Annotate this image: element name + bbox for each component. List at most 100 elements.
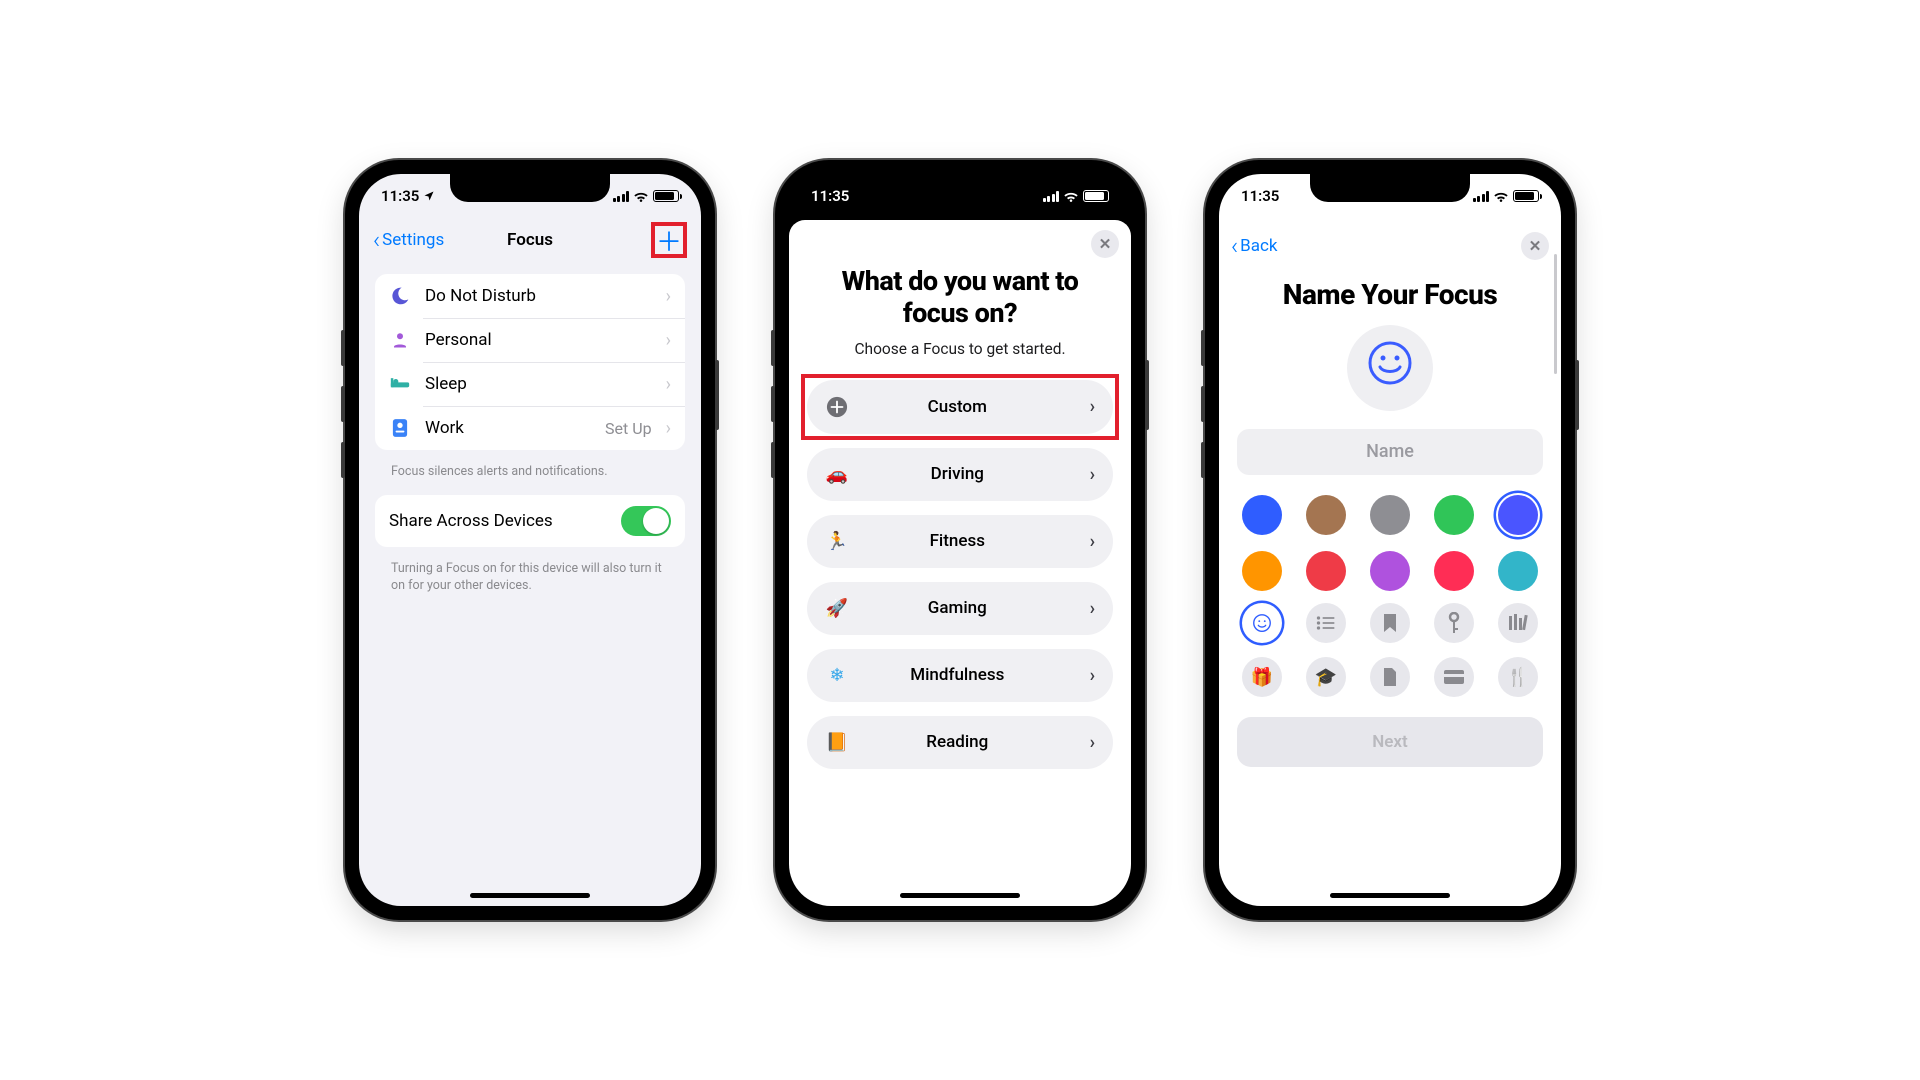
focus-option-fitness[interactable]: 🏃 Fitness › (807, 515, 1113, 568)
scroll-indicator (1554, 254, 1557, 374)
chevron-right-icon: › (666, 330, 671, 351)
focus-option-driving[interactable]: 🚗 Driving › (807, 448, 1113, 501)
moon-icon (389, 285, 411, 307)
page-title: Name Your Focus (1219, 278, 1561, 311)
glyph-list[interactable] (1306, 603, 1346, 643)
cellular-icon (613, 191, 630, 202)
sheet-subtitle: Choose a Focus to get started. (807, 340, 1113, 358)
glyph-document[interactable] (1370, 657, 1410, 697)
color-swatch[interactable] (1498, 551, 1538, 591)
focus-option-label: Fitness (863, 531, 1076, 551)
focus-note: Focus silences alerts and notifications. (375, 458, 685, 495)
cellular-icon (1043, 191, 1060, 202)
focus-row-label: Do Not Disturb (425, 286, 652, 306)
chevron-right-icon: › (1090, 732, 1095, 753)
run-icon: 🏃 (825, 531, 849, 552)
home-indicator (1330, 893, 1450, 898)
focus-option-reading[interactable]: 📙 Reading › (807, 716, 1113, 769)
chevron-right-icon: › (1090, 464, 1095, 485)
glyph-gift[interactable]: 🎁 (1242, 657, 1282, 697)
close-button[interactable]: ✕ (1521, 232, 1549, 260)
phone-frame-2: 11:35 ✕ What do you want to focus on? Ch… (775, 160, 1145, 920)
car-icon: 🚗 (825, 464, 849, 485)
smile-icon (1366, 339, 1414, 398)
plus-circle-icon (825, 396, 849, 418)
share-toggle[interactable] (621, 506, 671, 536)
chevron-right-icon: › (666, 418, 671, 439)
chevron-left-icon: ‹ (373, 228, 380, 252)
notch (1310, 174, 1470, 202)
location-icon (423, 190, 435, 202)
bed-icon (389, 373, 411, 395)
home-indicator (900, 893, 1020, 898)
sheet-title: What do you want to focus on? (807, 266, 1113, 330)
color-swatch[interactable] (1498, 495, 1538, 535)
focus-option-label: Reading (863, 732, 1076, 752)
status-time: 11:35 (811, 187, 849, 205)
glyph-smile[interactable] (1242, 603, 1282, 643)
color-swatch[interactable] (1434, 495, 1474, 535)
wifi-icon (1493, 190, 1509, 202)
focus-row-work[interactable]: Work Set Up › (375, 406, 685, 450)
focus-row-label: Personal (425, 330, 652, 350)
focus-row-personal[interactable]: Personal › (375, 318, 685, 362)
status-time: 11:35 (1241, 187, 1279, 205)
color-swatch[interactable] (1434, 551, 1474, 591)
color-swatch[interactable] (1370, 551, 1410, 591)
back-button[interactable]: ‹ Settings (373, 228, 444, 252)
add-focus-button[interactable]: ＋ (651, 222, 687, 258)
glyph-graduation[interactable]: 🎓 (1306, 657, 1346, 697)
chevron-right-icon: › (1090, 665, 1095, 686)
badge-icon (389, 417, 411, 439)
choose-focus-screen: 11:35 ✕ What do you want to focus on? Ch… (789, 174, 1131, 906)
focus-row-detail: Set Up (605, 419, 652, 438)
color-swatch[interactable] (1306, 551, 1346, 591)
share-group: Share Across Devices (375, 495, 685, 547)
focus-option-gaming[interactable]: 🚀 Gaming › (807, 582, 1113, 635)
person-icon (389, 329, 411, 351)
back-button[interactable]: ‹ Back (1231, 234, 1278, 258)
notch (450, 174, 610, 202)
color-swatch[interactable] (1370, 495, 1410, 535)
focus-option-label: Mindfulness (863, 665, 1076, 685)
share-label: Share Across Devices (389, 511, 607, 531)
status-time: 11:35 (381, 187, 419, 205)
cellular-icon (1473, 191, 1490, 202)
wifi-icon (633, 190, 649, 202)
battery-icon (1083, 190, 1109, 202)
color-swatch[interactable] (1242, 551, 1282, 591)
close-button[interactable]: ✕ (1091, 230, 1119, 258)
focus-row-label: Sleep (425, 374, 652, 394)
chevron-right-icon: › (666, 374, 671, 395)
focus-row-dnd[interactable]: Do Not Disturb › (375, 274, 685, 318)
glyph-dining[interactable]: 🍴 (1498, 657, 1538, 697)
focus-option-label: Driving (863, 464, 1076, 484)
color-swatch[interactable] (1306, 495, 1346, 535)
close-icon: ✕ (1529, 237, 1542, 255)
name-focus-screen: 11:35 ‹ Back ✕ Name Your Focus (1219, 174, 1561, 906)
focus-name-input[interactable]: Name (1237, 429, 1543, 475)
next-button[interactable]: Next (1237, 717, 1543, 767)
back-label: Settings (382, 230, 444, 250)
color-picker (1219, 475, 1561, 597)
focus-glyph-preview[interactable] (1347, 325, 1433, 411)
focus-picker-sheet: ✕ What do you want to focus on? Choose a… (789, 220, 1131, 906)
focus-row-sleep[interactable]: Sleep › (375, 362, 685, 406)
share-note: Turning a Focus on for this device will … (375, 555, 685, 609)
glyph-card[interactable] (1434, 657, 1474, 697)
focus-option-mindfulness[interactable]: ❄︎ Mindfulness › (807, 649, 1113, 702)
phone-frame-1: 11:35 ‹ Settings Focus ＋ (345, 160, 715, 920)
focus-option-custom[interactable]: Custom › (807, 380, 1113, 434)
navbar: ‹ Settings Focus ＋ (359, 218, 701, 262)
home-indicator (470, 893, 590, 898)
glyph-bookmark[interactable] (1370, 603, 1410, 643)
glyph-key[interactable] (1434, 603, 1474, 643)
close-icon: ✕ (1099, 235, 1112, 253)
color-swatch[interactable] (1242, 495, 1282, 535)
glyph-library[interactable] (1498, 603, 1538, 643)
notch (880, 174, 1040, 202)
focus-option-label: Custom (863, 397, 1076, 417)
chevron-right-icon: › (1090, 598, 1095, 619)
share-across-devices-row: Share Across Devices (375, 495, 685, 547)
focus-list: Do Not Disturb › Personal › Sleep › (375, 274, 685, 450)
